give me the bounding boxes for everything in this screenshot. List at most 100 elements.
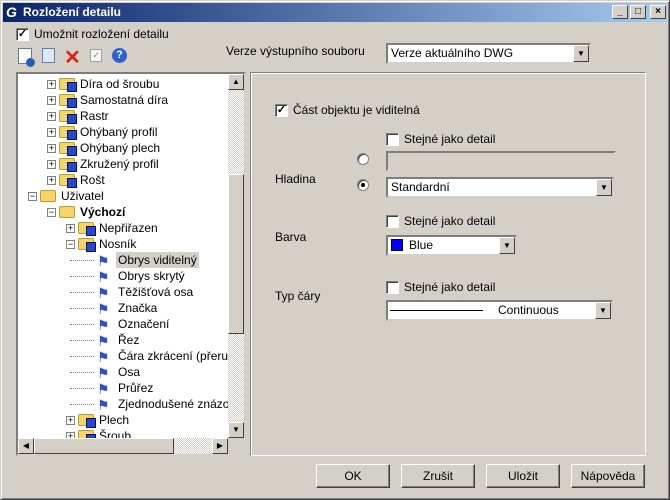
line-preview <box>390 310 483 311</box>
minimize-button[interactable]: _ <box>612 5 628 19</box>
folder-icon <box>59 110 77 124</box>
tree-item-label: Obrys skrytý <box>118 269 185 283</box>
color-dropdown[interactable]: Blue ▼ <box>386 235 517 256</box>
tree-line <box>70 276 94 277</box>
flag-icon: ⚑ <box>97 365 110 381</box>
tree-item-label: Průřez <box>118 381 154 395</box>
tree-item[interactable]: + Rastr <box>18 108 228 124</box>
expander-icon[interactable]: + <box>66 224 75 233</box>
layer-text-input[interactable] <box>386 151 616 171</box>
expander-icon[interactable]: + <box>47 112 56 121</box>
maximize-button[interactable]: □ <box>630 5 646 19</box>
enable-layout-label: Umožnit rozložení detailu <box>34 27 169 41</box>
tree-item[interactable]: + Díra od šroubu <box>18 76 228 92</box>
layer-same-checkbox[interactable] <box>386 133 399 146</box>
close-button[interactable]: × <box>650 5 666 19</box>
vertical-scroll-thumb[interactable] <box>228 174 244 334</box>
linetype-same-checkbox[interactable] <box>386 281 399 294</box>
tree-item[interactable]: + Nepřiřazen <box>18 220 228 236</box>
tree-item[interactable]: + Plech <box>18 412 228 428</box>
scroll-right-button[interactable]: ▶ <box>212 438 228 454</box>
enable-layout-checkbox[interactable]: ✓ <box>16 28 29 41</box>
window-title: Rozložení detailu <box>23 5 122 19</box>
tree-item[interactable]: ⚑ Průřez <box>18 380 228 396</box>
tree-item-label: Výchozí <box>80 205 126 219</box>
tree-item[interactable]: ⚑ Obrys viditelný <box>18 252 228 268</box>
visible-checkbox[interactable]: ✓ <box>275 104 288 117</box>
tree-item[interactable]: + Samostatná díra <box>18 92 228 108</box>
help-button[interactable]: Nápověda <box>571 464 645 488</box>
tree-item[interactable]: ⚑ Značka <box>18 300 228 316</box>
expander-icon[interactable]: + <box>66 416 75 425</box>
tree-item[interactable]: + Ohýbaný profil <box>18 124 228 140</box>
tree-line <box>70 292 94 293</box>
folder-icon <box>59 174 77 188</box>
tree-item[interactable]: ⚑ Čára zkrácení (přeruše <box>18 348 241 364</box>
layer-dropdown[interactable]: Standardní ▼ <box>386 177 614 198</box>
expander-icon[interactable]: + <box>47 176 56 185</box>
color-same-checkbox[interactable] <box>386 215 399 228</box>
tree-line <box>70 372 94 373</box>
expander-icon[interactable]: − <box>28 192 37 201</box>
tree-item-label: Čára zkrácení (přeruše <box>118 349 241 363</box>
layer-custom-radio[interactable] <box>357 153 369 165</box>
layer-list-radio[interactable] <box>357 179 369 191</box>
expander-icon[interactable]: + <box>47 144 56 153</box>
tree-item[interactable]: ⚑ Řez <box>18 332 228 348</box>
color-label: Barva <box>275 230 307 244</box>
tree-item[interactable]: ⚑ Těžišťová osa <box>18 284 228 300</box>
output-version-value: Verze aktuálního DWG <box>391 46 514 60</box>
expander-icon[interactable]: + <box>47 160 56 169</box>
check-icon[interactable]: ✓ <box>90 49 102 62</box>
tree-item[interactable]: + Zkružený profil <box>18 156 228 172</box>
chevron-down-icon[interactable]: ▼ <box>499 237 515 254</box>
scroll-up-button[interactable]: ▲ <box>228 74 244 90</box>
layer-value: Standardní <box>391 180 450 194</box>
tree-item-label: Rošt <box>80 173 105 187</box>
expander-icon[interactable]: + <box>47 128 56 137</box>
expander-icon[interactable]: + <box>47 96 56 105</box>
chevron-down-icon[interactable]: ▼ <box>595 302 611 319</box>
delete-icon[interactable]: ✕ <box>64 45 81 70</box>
tree-item-label: Označení <box>118 317 170 331</box>
linetype-dropdown[interactable]: Continuous ▼ <box>386 300 613 321</box>
save-button[interactable]: Uložit <box>486 464 560 488</box>
tree-item[interactable]: + Rošt <box>18 172 228 188</box>
visible-label: Část objektu je viditelná <box>293 103 420 117</box>
ok-button[interactable]: OK <box>316 464 390 488</box>
tree-item-label: Obrys viditelný <box>116 252 199 268</box>
expander-icon[interactable]: + <box>47 80 56 89</box>
linetype-label: Typ čáry <box>275 289 321 303</box>
chevron-down-icon[interactable]: ▼ <box>596 179 612 196</box>
tree-item[interactable]: − Uživatel <box>18 188 228 204</box>
expander-icon[interactable]: − <box>66 240 75 249</box>
detail-tree[interactable]: + Díra od šroubu + Samostatná díra + Rastr + Oh… <box>16 72 246 456</box>
output-version-dropdown[interactable]: Verze aktuálního DWG ▼ <box>386 43 591 64</box>
folder-icon <box>59 78 77 92</box>
tree-item[interactable]: ⚑ Zjednodušené znázorn <box>18 396 240 412</box>
tree-item-label: Samostatná díra <box>80 93 169 107</box>
folder-icon <box>40 190 56 202</box>
scroll-left-button[interactable]: ◀ <box>18 438 34 454</box>
app-logo-icon: G <box>6 4 17 20</box>
tree-line <box>70 340 94 341</box>
new-icon[interactable] <box>18 48 35 67</box>
tree-item[interactable]: ⚑ Obrys skrytý <box>18 268 228 284</box>
tree-item[interactable]: ⚑ Osa <box>18 364 228 380</box>
tree-item[interactable]: − Výchozí <box>18 204 228 220</box>
chevron-down-icon[interactable]: ▼ <box>573 45 589 62</box>
tree-item[interactable]: + Ohýbaný plech <box>18 140 228 156</box>
folder-icon <box>78 414 96 428</box>
help-icon[interactable]: ? <box>112 48 127 63</box>
horizontal-scroll-thumb[interactable] <box>34 438 174 454</box>
folder-icon <box>59 142 77 156</box>
copy-icon[interactable] <box>42 48 55 63</box>
tree-item[interactable]: − Nosník <box>18 236 228 252</box>
scroll-down-button[interactable]: ▼ <box>228 422 244 438</box>
properties-panel <box>250 72 646 456</box>
expander-icon[interactable]: − <box>47 208 56 217</box>
flag-icon: ⚑ <box>97 285 110 301</box>
tree-item[interactable]: ⚑ Označení <box>18 316 228 332</box>
cancel-button[interactable]: Zrušit <box>401 464 475 488</box>
flag-icon: ⚑ <box>97 381 110 397</box>
